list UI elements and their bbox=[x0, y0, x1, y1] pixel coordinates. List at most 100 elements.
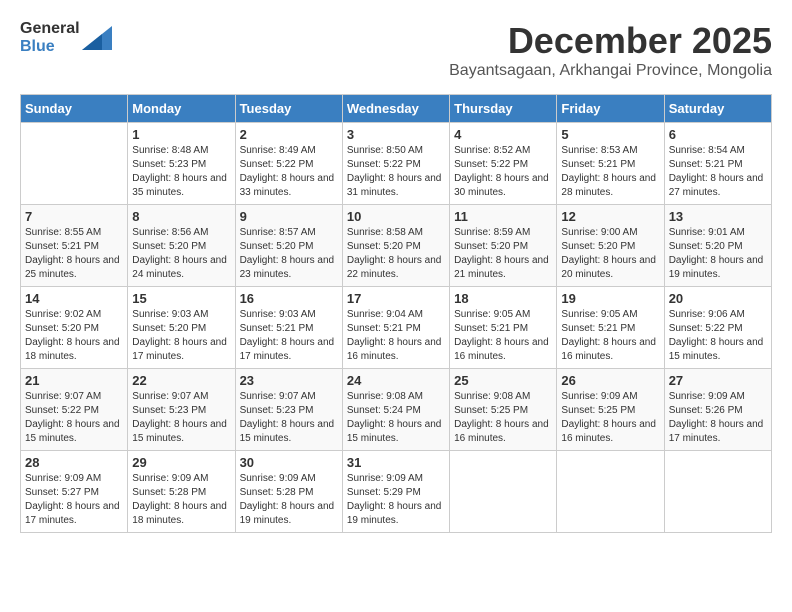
calendar-cell: 23Sunrise: 9:07 AMSunset: 5:23 PMDayligh… bbox=[235, 369, 342, 451]
day-header-sunday: Sunday bbox=[21, 95, 128, 123]
day-number: 10 bbox=[347, 209, 445, 224]
calendar-cell: 14 Sunrise: 9:02 AMSunset: 5:20 PMDayligh… bbox=[21, 287, 128, 369]
day-info: Sunrise: 8:55 AMSunset: 5:21 PMDaylight:… bbox=[25, 226, 123, 282]
day-number: 31 bbox=[347, 455, 445, 470]
calendar-cell: 11Sunrise: 8:59 AMSunset: 5:20 PMDayligh… bbox=[450, 205, 557, 287]
day-info: Sunrise: 9:08 AMSunset: 5:24 PMDaylight:… bbox=[347, 390, 445, 446]
page-container: General Blue December 2025 Bayantsagaan,… bbox=[20, 20, 772, 533]
calendar-table: SundayMondayTuesdayWednesdayThursdayFrid… bbox=[20, 94, 772, 533]
day-number: 17 bbox=[347, 291, 445, 306]
calendar-cell: 27 Sunrise: 9:09 AMSunset: 5:26 PMDayligh… bbox=[664, 369, 771, 451]
day-info: Sunrise: 9:03 AMSunset: 5:20 PMDaylight:… bbox=[132, 308, 230, 364]
calendar-cell: 16 Sunrise: 9:03 AMSunset: 5:21 PMDayligh… bbox=[235, 287, 342, 369]
day-info: Sunrise: 9:09 AMSunset: 5:28 PMDaylight:… bbox=[132, 472, 230, 528]
header: General Blue December 2025 Bayantsagaan,… bbox=[20, 20, 772, 90]
day-info: Sunrise: 9:09 AMSunset: 5:25 PMDaylight:… bbox=[561, 390, 659, 446]
day-number: 13 bbox=[669, 209, 767, 224]
day-header-monday: Monday bbox=[128, 95, 235, 123]
day-info: Sunrise: 8:59 AMSunset: 5:20 PMDaylight:… bbox=[454, 226, 552, 282]
calendar-cell: 26Sunrise: 9:09 AMSunset: 5:25 PMDayligh… bbox=[557, 369, 664, 451]
calendar-cell: 10 Sunrise: 8:58 AMSunset: 5:20 PMDayligh… bbox=[342, 205, 449, 287]
day-info: Sunrise: 9:07 AMSunset: 5:23 PMDaylight:… bbox=[132, 390, 230, 446]
month-title: December 2025 bbox=[449, 20, 772, 62]
day-info: Sunrise: 8:54 AMSunset: 5:21 PMDaylight:… bbox=[669, 144, 767, 200]
day-info: Sunrise: 9:07 AMSunset: 5:23 PMDaylight:… bbox=[240, 390, 338, 446]
title-block: December 2025 Bayantsagaan, Arkhangai Pr… bbox=[449, 20, 772, 90]
day-number: 6 bbox=[669, 127, 767, 142]
calendar-cell: 20 Sunrise: 9:06 AMSunset: 5:22 PMDayligh… bbox=[664, 287, 771, 369]
calendar-cell: 3 Sunrise: 8:50 AMSunset: 5:22 PMDaylight… bbox=[342, 123, 449, 205]
day-number: 4 bbox=[454, 127, 552, 142]
day-number: 30 bbox=[240, 455, 338, 470]
day-info: Sunrise: 8:53 AMSunset: 5:21 PMDaylight:… bbox=[561, 144, 659, 200]
day-number: 16 bbox=[240, 291, 338, 306]
subtitle: Bayantsagaan, Arkhangai Province, Mongol… bbox=[449, 62, 772, 80]
day-info: Sunrise: 8:56 AMSunset: 5:20 PMDaylight:… bbox=[132, 226, 230, 282]
logo-text: General Blue bbox=[20, 20, 80, 56]
day-info: Sunrise: 9:05 AMSunset: 5:21 PMDaylight:… bbox=[454, 308, 552, 364]
day-info: Sunrise: 8:48 AMSunset: 5:23 PMDaylight:… bbox=[132, 144, 230, 200]
day-number: 24 bbox=[347, 373, 445, 388]
day-number: 19 bbox=[561, 291, 659, 306]
calendar-cell: 12 Sunrise: 9:00 AMSunset: 5:20 PMDayligh… bbox=[557, 205, 664, 287]
calendar-cell: 19 Sunrise: 9:05 AMSunset: 5:21 PMDayligh… bbox=[557, 287, 664, 369]
day-info: Sunrise: 8:52 AMSunset: 5:22 PMDaylight:… bbox=[454, 144, 552, 200]
day-info: Sunrise: 9:09 AMSunset: 5:26 PMDaylight:… bbox=[669, 390, 767, 446]
day-header-thursday: Thursday bbox=[450, 95, 557, 123]
day-number: 3 bbox=[347, 127, 445, 142]
day-number: 14 bbox=[25, 291, 123, 306]
week-row-0: 1 Sunrise: 8:48 AMSunset: 5:23 PMDaylight… bbox=[21, 123, 772, 205]
calendar-cell: 6 Sunrise: 8:54 AMSunset: 5:21 PMDaylight… bbox=[664, 123, 771, 205]
day-info: Sunrise: 9:09 AMSunset: 5:27 PMDaylight:… bbox=[25, 472, 123, 528]
day-number: 8 bbox=[132, 209, 230, 224]
calendar-cell bbox=[664, 451, 771, 533]
day-number: 9 bbox=[240, 209, 338, 224]
calendar-cell: 8 Sunrise: 8:56 AMSunset: 5:20 PMDaylight… bbox=[128, 205, 235, 287]
calendar-cell: 24 Sunrise: 9:08 AMSunset: 5:24 PMDayligh… bbox=[342, 369, 449, 451]
day-info: Sunrise: 8:49 AMSunset: 5:22 PMDaylight:… bbox=[240, 144, 338, 200]
day-info: Sunrise: 8:50 AMSunset: 5:22 PMDaylight:… bbox=[347, 144, 445, 200]
calendar-cell: 1 Sunrise: 8:48 AMSunset: 5:23 PMDaylight… bbox=[128, 123, 235, 205]
logo-general: General bbox=[20, 20, 80, 37]
day-number: 27 bbox=[669, 373, 767, 388]
day-info: Sunrise: 9:05 AMSunset: 5:21 PMDaylight:… bbox=[561, 308, 659, 364]
day-number: 29 bbox=[132, 455, 230, 470]
calendar-cell: 25 Sunrise: 9:08 AMSunset: 5:25 PMDayligh… bbox=[450, 369, 557, 451]
day-header-saturday: Saturday bbox=[664, 95, 771, 123]
day-number: 20 bbox=[669, 291, 767, 306]
day-info: Sunrise: 9:03 AMSunset: 5:21 PMDaylight:… bbox=[240, 308, 338, 364]
calendar-cell: 31 Sunrise: 9:09 AMSunset: 5:29 PMDayligh… bbox=[342, 451, 449, 533]
day-header-friday: Friday bbox=[557, 95, 664, 123]
day-info: Sunrise: 9:06 AMSunset: 5:22 PMDaylight:… bbox=[669, 308, 767, 364]
day-info: Sunrise: 9:09 AMSunset: 5:28 PMDaylight:… bbox=[240, 472, 338, 528]
day-info: Sunrise: 8:57 AMSunset: 5:20 PMDaylight:… bbox=[240, 226, 338, 282]
logo-icon bbox=[82, 26, 112, 50]
day-number: 28 bbox=[25, 455, 123, 470]
day-info: Sunrise: 9:08 AMSunset: 5:25 PMDaylight:… bbox=[454, 390, 552, 446]
calendar-cell: 22Sunrise: 9:07 AMSunset: 5:23 PMDayligh… bbox=[128, 369, 235, 451]
calendar-cell: 13 Sunrise: 9:01 AMSunset: 5:20 PMDayligh… bbox=[664, 205, 771, 287]
calendar-cell: 2Sunrise: 8:49 AMSunset: 5:22 PMDaylight… bbox=[235, 123, 342, 205]
day-info: Sunrise: 9:01 AMSunset: 5:20 PMDaylight:… bbox=[669, 226, 767, 282]
day-info: Sunrise: 8:58 AMSunset: 5:20 PMDaylight:… bbox=[347, 226, 445, 282]
day-number: 18 bbox=[454, 291, 552, 306]
calendar-cell bbox=[450, 451, 557, 533]
day-number: 5 bbox=[561, 127, 659, 142]
day-number: 1 bbox=[132, 127, 230, 142]
calendar-cell: 29 Sunrise: 9:09 AMSunset: 5:28 PMDayligh… bbox=[128, 451, 235, 533]
day-number: 7 bbox=[25, 209, 123, 224]
day-header-tuesday: Tuesday bbox=[235, 95, 342, 123]
header-row: SundayMondayTuesdayWednesdayThursdayFrid… bbox=[21, 95, 772, 123]
day-info: Sunrise: 9:09 AMSunset: 5:29 PMDaylight:… bbox=[347, 472, 445, 528]
calendar-cell: 15 Sunrise: 9:03 AMSunset: 5:20 PMDayligh… bbox=[128, 287, 235, 369]
day-number: 12 bbox=[561, 209, 659, 224]
logo: General Blue bbox=[20, 20, 112, 56]
day-info: Sunrise: 9:04 AMSunset: 5:21 PMDaylight:… bbox=[347, 308, 445, 364]
day-info: Sunrise: 9:02 AMSunset: 5:20 PMDaylight:… bbox=[25, 308, 123, 364]
calendar-cell: 28 Sunrise: 9:09 AMSunset: 5:27 PMDayligh… bbox=[21, 451, 128, 533]
day-info: Sunrise: 9:07 AMSunset: 5:22 PMDaylight:… bbox=[25, 390, 123, 446]
week-row-2: 14 Sunrise: 9:02 AMSunset: 5:20 PMDayligh… bbox=[21, 287, 772, 369]
day-info: Sunrise: 9:00 AMSunset: 5:20 PMDaylight:… bbox=[561, 226, 659, 282]
day-number: 25 bbox=[454, 373, 552, 388]
day-number: 15 bbox=[132, 291, 230, 306]
